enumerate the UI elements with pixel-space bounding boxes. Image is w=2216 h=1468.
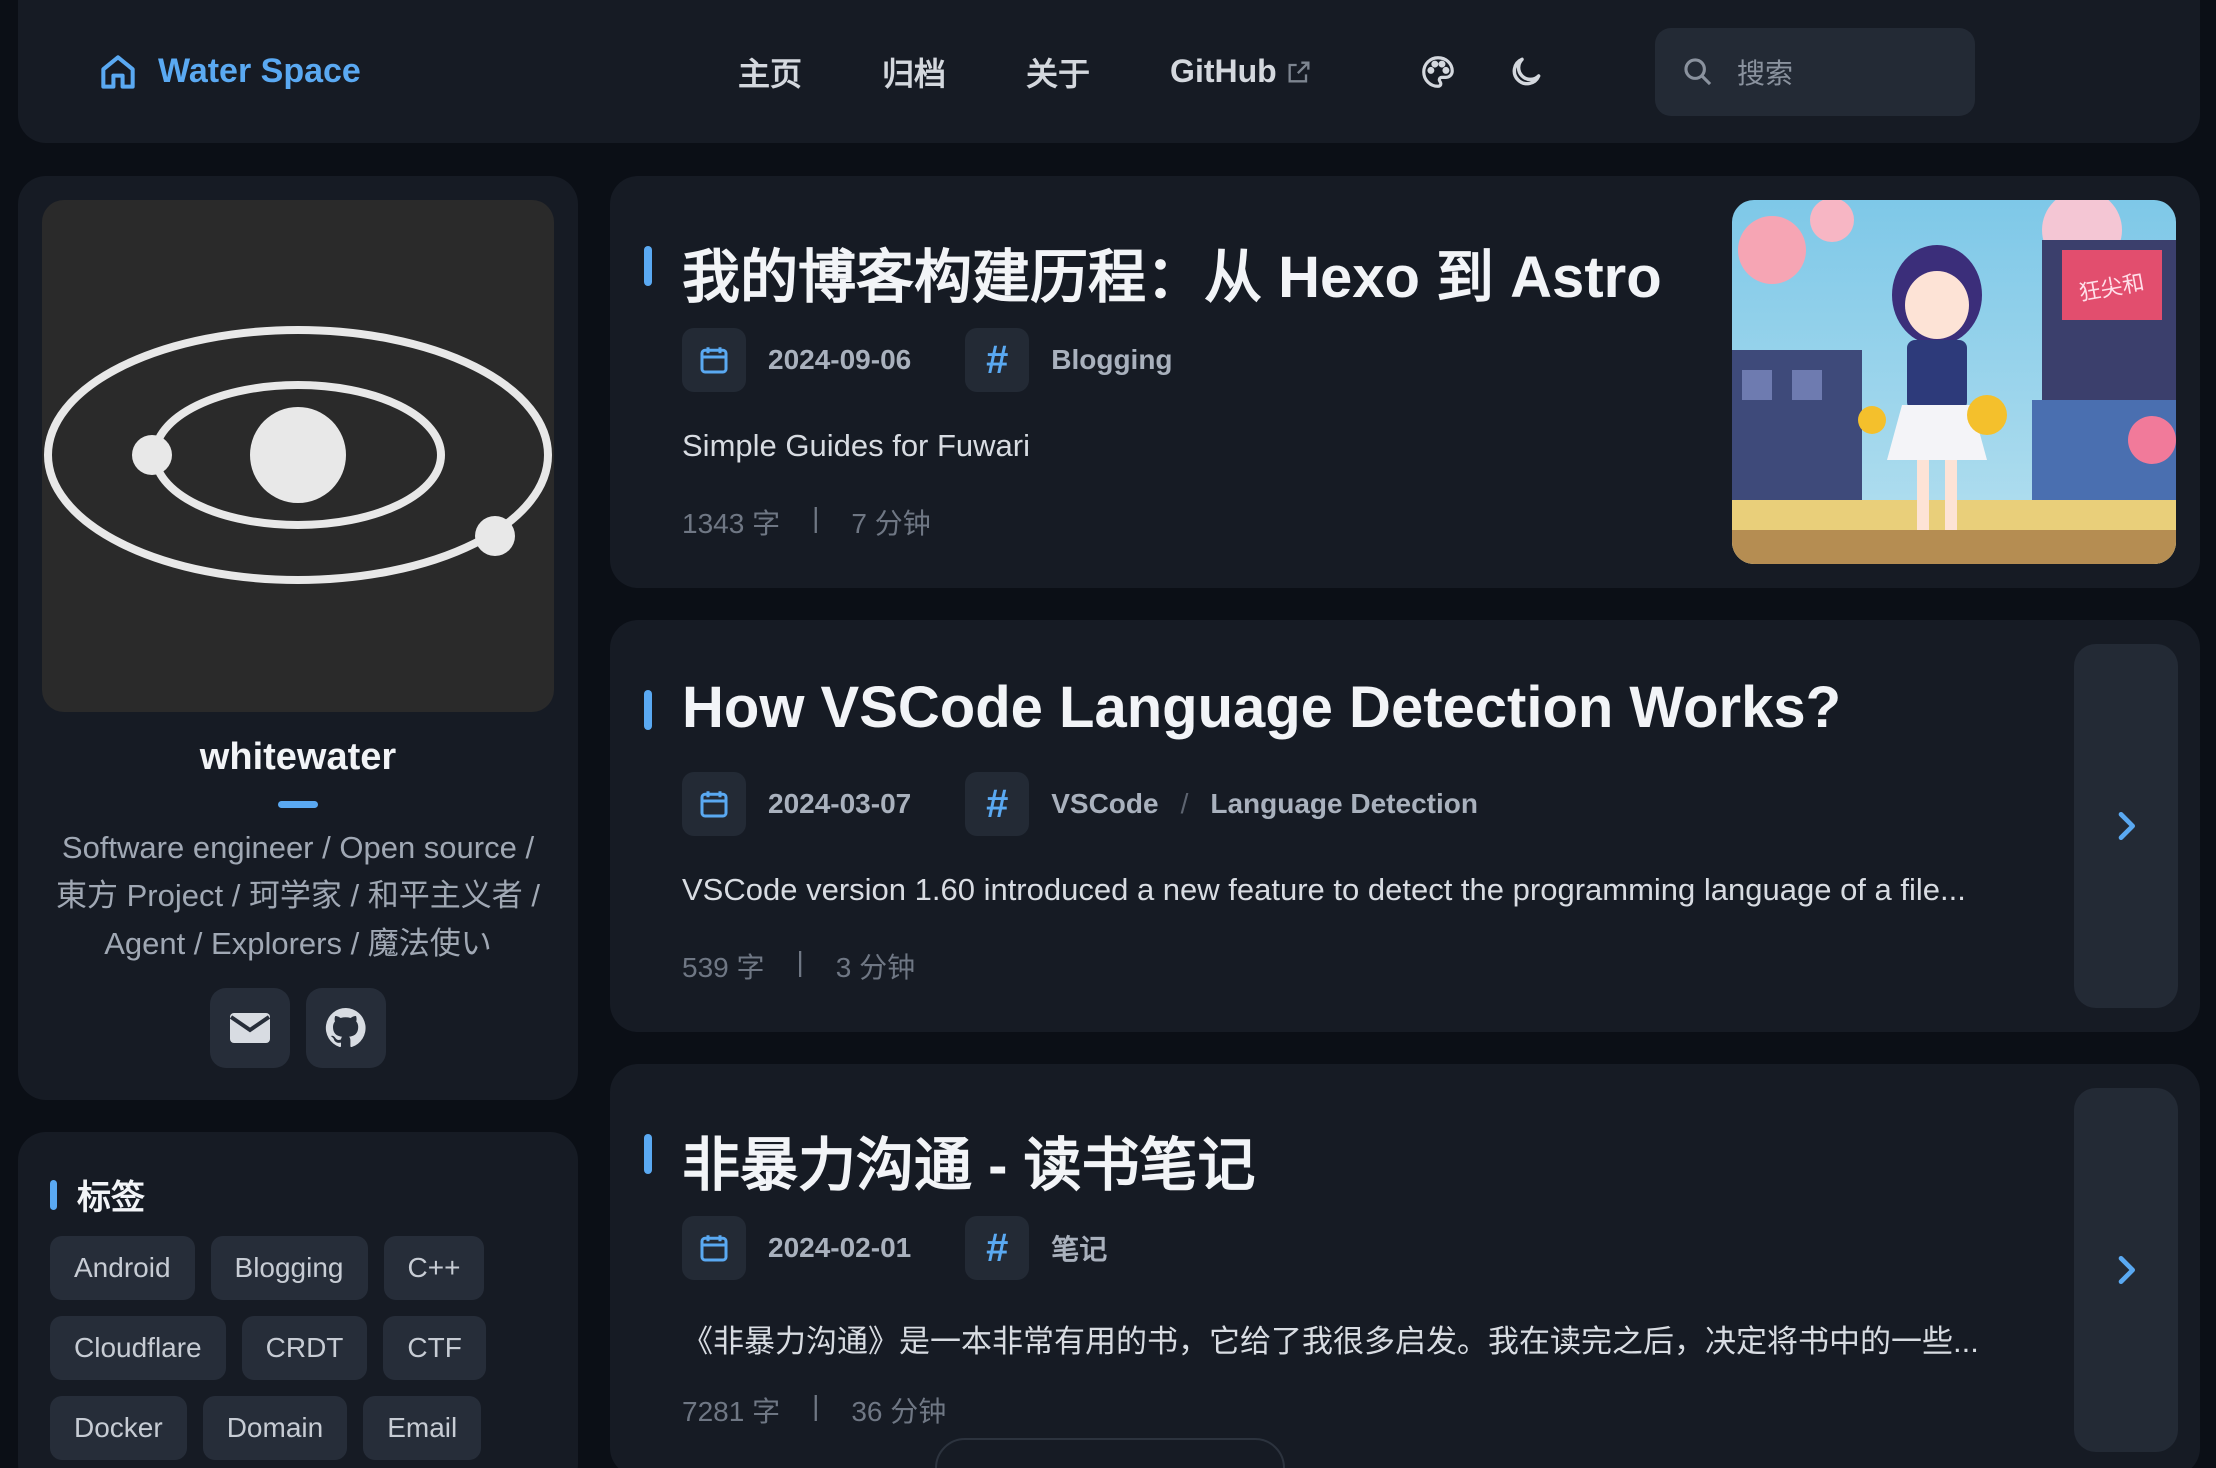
- post-stats: 1343 字 | 7 分钟: [682, 502, 931, 542]
- chevron-right-icon: [2118, 1256, 2135, 1284]
- tags-accent-bar: [50, 1179, 57, 1210]
- post-meta: 2024-02-01 # 笔记: [682, 1216, 1107, 1280]
- calendar-icon: [700, 791, 728, 818]
- avatar: [42, 200, 554, 712]
- profile-card: whitewater Software engineer / Open sour…: [18, 176, 578, 1100]
- post-read-time: 36 分钟: [851, 1396, 947, 1427]
- floating-toolbar[interactable]: [935, 1438, 1285, 1468]
- github-button[interactable]: [306, 988, 386, 1068]
- search-box[interactable]: 搜索: [1655, 28, 1975, 116]
- post-stats: 7281 字 | 36 分钟: [682, 1390, 946, 1430]
- orbit-logo-icon: [44, 326, 552, 584]
- anime-girl-cover-illustration: 狂尖和: [1732, 200, 2176, 564]
- palette-icon: [1422, 56, 1454, 88]
- nav-link-home[interactable]: 主页: [698, 49, 842, 95]
- tag-cloudflare[interactable]: Cloudflare: [50, 1316, 226, 1380]
- post-date: 2024-02-01: [768, 1232, 912, 1263]
- post-date: 2024-03-07: [768, 788, 912, 819]
- post-accent-bar: [644, 1134, 652, 1174]
- name-underline: [278, 801, 318, 808]
- post-word-count: 7281 字: [682, 1396, 781, 1427]
- profile-name: whitewater: [199, 736, 397, 778]
- hash-icon: #: [965, 1216, 1030, 1280]
- post-description: Simple Guides for Fuwari: [682, 428, 1031, 463]
- nav-link-about[interactable]: 关于: [986, 49, 1130, 95]
- calendar-icon: [700, 1235, 728, 1262]
- post-date: 2024-09-06: [768, 344, 912, 375]
- post-tag[interactable]: 笔记: [1051, 1228, 1107, 1268]
- post-description: 《非暴力沟通》是一本非常有用的书，它给了我很多启发。我在读完之后，决定将书中的一…: [682, 1324, 1979, 1359]
- stats-separator: |: [812, 1390, 820, 1421]
- theme-color-button[interactable]: [1410, 44, 1466, 100]
- tags-title: 标签: [77, 1179, 145, 1217]
- stats-separator: |: [812, 502, 820, 533]
- brand-name: Water Space: [158, 52, 361, 90]
- email-button[interactable]: [210, 988, 290, 1068]
- tags-heading: 标签: [50, 1170, 145, 1219]
- tag-ctf[interactable]: CTF: [383, 1316, 486, 1380]
- tag-crdt[interactable]: CRDT: [241, 1316, 368, 1380]
- post-title[interactable]: 我的博客构建历程：从 Hexo 到 Astro: [682, 230, 1662, 314]
- post-word-count: 1343 字: [682, 508, 781, 539]
- hash-icon: #: [965, 328, 1030, 392]
- tag-domain[interactable]: Domain: [202, 1396, 348, 1460]
- tag-docker[interactable]: Docker: [50, 1396, 187, 1460]
- post-cover-image[interactable]: 狂尖和: [1732, 200, 2176, 564]
- nav-links: 主页 归档 关于 GitHub: [698, 0, 1353, 143]
- post-word-count: 539 字: [682, 952, 765, 983]
- post-accent-bar: [644, 246, 652, 286]
- profile-bio: Software engineer / Open source / 東方 Pro…: [56, 830, 540, 961]
- navbar: Water Space 主页 归档 关于 GitHub 搜索: [18, 0, 2200, 143]
- nav-link-github-label: GitHub: [1170, 53, 1277, 89]
- post-card[interactable]: 我的博客构建历程：从 Hexo 到 Astro 2024-09-06 # Blo…: [610, 176, 2200, 588]
- post-title[interactable]: How VSCode Language Detection Works?: [682, 674, 1841, 741]
- hash-icon: #: [965, 772, 1030, 836]
- post-title[interactable]: 非暴力沟通 - 读书笔记: [682, 1118, 1256, 1202]
- calendar-icon-box: [682, 772, 746, 836]
- post-read-time: 3 分钟: [835, 952, 916, 983]
- tag-list: Android Blogging C++ Cloudflare CRDT CTF…: [50, 1236, 550, 1460]
- home-icon: [101, 54, 135, 89]
- external-link-icon: [1288, 61, 1310, 82]
- post-tag[interactable]: VSCode: [1051, 788, 1158, 820]
- tag-cpp[interactable]: C++: [383, 1236, 485, 1300]
- post-tag[interactable]: Blogging: [1051, 344, 1172, 376]
- moon-icon: [1512, 57, 1541, 86]
- brand-link[interactable]: Water Space: [96, 0, 361, 143]
- github-icon: [325, 1007, 366, 1048]
- dark-mode-button[interactable]: [1498, 44, 1554, 100]
- tag-email[interactable]: Email: [363, 1396, 482, 1460]
- calendar-icon-box: [682, 328, 746, 392]
- post-tag[interactable]: Language Detection: [1210, 788, 1478, 820]
- post-stats: 539 字 | 3 分钟: [682, 946, 915, 986]
- tags-card: 标签 Android Blogging C++ Cloudflare CRDT …: [18, 1132, 578, 1468]
- calendar-icon: [700, 347, 728, 374]
- stats-separator: |: [796, 946, 804, 977]
- post-enter-button[interactable]: [2074, 644, 2178, 1008]
- search-icon: [1684, 58, 1712, 86]
- tag-separator: /: [1180, 788, 1189, 819]
- nav-link-github[interactable]: GitHub: [1130, 53, 1353, 90]
- post-card[interactable]: 非暴力沟通 - 读书笔记 2024-02-01 # 笔记 《非暴力沟通》是一本非…: [610, 1064, 2200, 1468]
- post-accent-bar: [644, 690, 652, 730]
- search-placeholder: 搜索: [1737, 58, 1794, 89]
- tag-android[interactable]: Android: [50, 1236, 195, 1300]
- post-description: VSCode version 1.60 introduced a new fea…: [682, 872, 1966, 907]
- nav-link-archive[interactable]: 归档: [842, 49, 986, 95]
- tag-blogging[interactable]: Blogging: [210, 1236, 368, 1300]
- post-read-time: 7 分钟: [851, 508, 931, 539]
- post-enter-button[interactable]: [2074, 1088, 2178, 1452]
- post-meta: 2024-09-06 # Blogging: [682, 328, 1173, 392]
- post-meta: 2024-03-07 # VSCode / Language Detection: [682, 772, 1478, 836]
- chevron-right-icon: [2118, 812, 2135, 840]
- email-icon: [229, 1013, 271, 1043]
- post-card[interactable]: How VSCode Language Detection Works? 202…: [610, 620, 2200, 1032]
- calendar-icon-box: [682, 1216, 746, 1280]
